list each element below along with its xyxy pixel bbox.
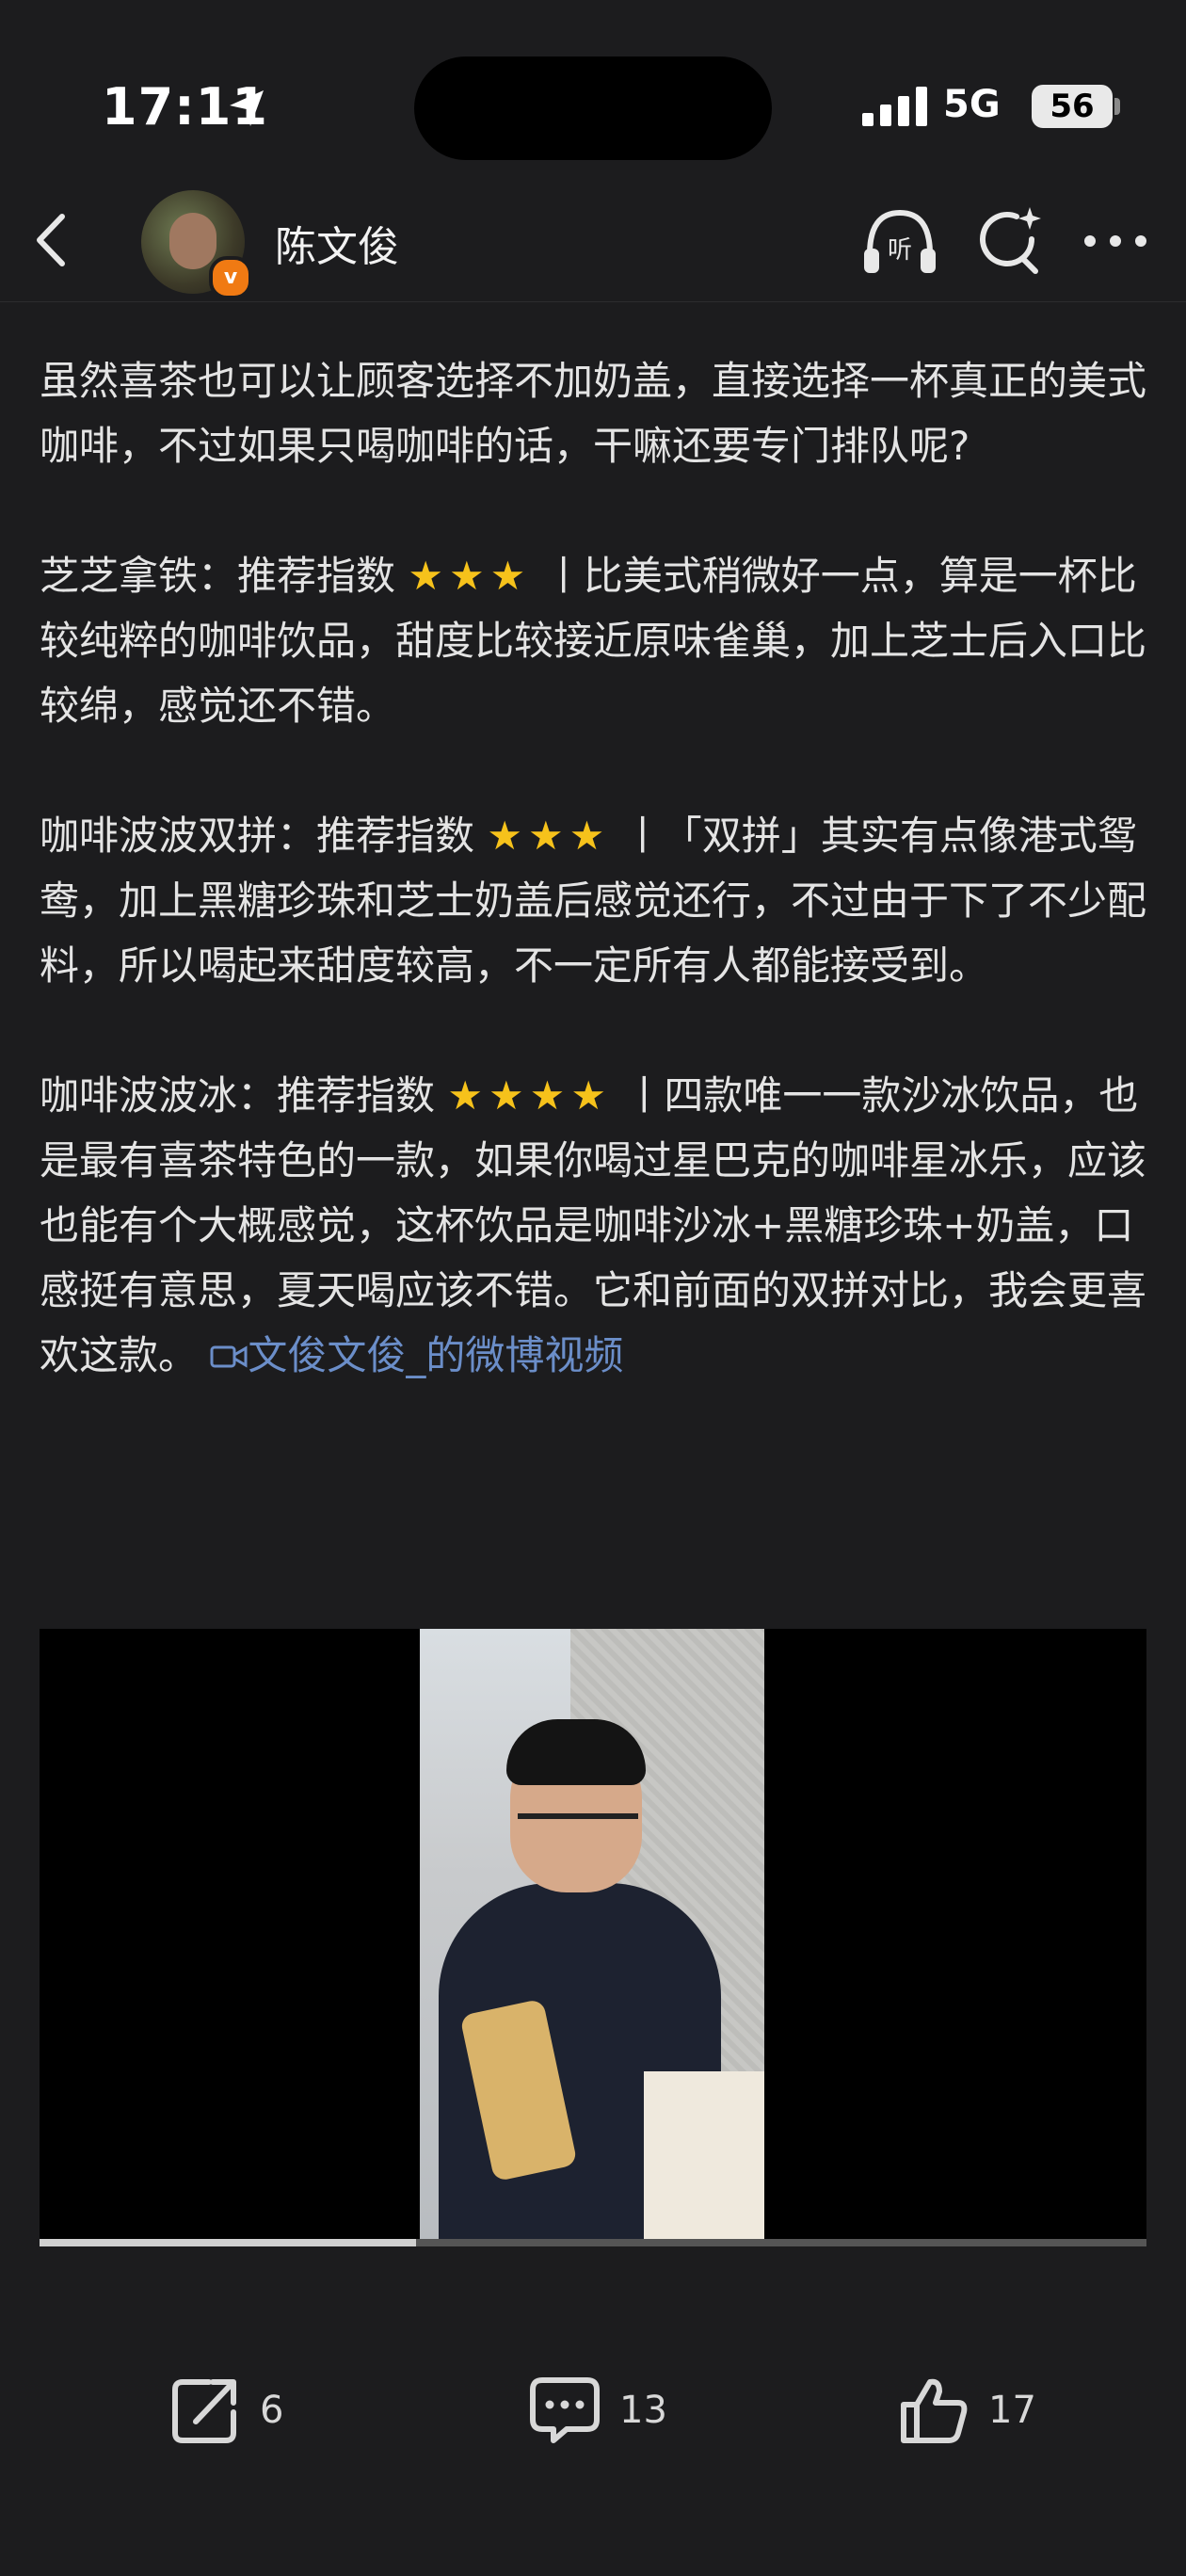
latte-title: 芝芝拿铁：推荐指数 — [40, 553, 396, 599]
signal-icon — [862, 87, 927, 126]
repost-button[interactable]: 6 — [168, 2373, 283, 2448]
video-progress-fill — [40, 2239, 416, 2246]
paragraph-double: 咖啡波波双拼：推荐指数 ★★★ 丨「双拼」其实有点像港式鸳鸯，加上黑糖珍珠和芝士… — [40, 803, 1150, 998]
video-frame — [420, 1629, 764, 2246]
like-button[interactable]: 17 — [896, 2373, 1036, 2448]
post-header: v 陈文俊 听 — [0, 179, 1186, 302]
thumbs-up-icon — [901, 2378, 968, 2443]
paragraph-latte: 芝芝拿铁：推荐指数 ★★★ 丨比美式稍微好一点，算是一杯比较纯粹的咖啡饮品，甜度… — [40, 543, 1150, 738]
svg-text:听: 听 — [888, 236, 912, 265]
video-paper-bag — [644, 2071, 764, 2246]
location-arrow-icon — [230, 90, 264, 126]
battery-tip — [1114, 98, 1120, 115]
video-camera-icon — [210, 1345, 248, 1368]
action-bar: 6 13 17 — [0, 2335, 1186, 2476]
like-count: 17 — [988, 2389, 1036, 2432]
video-link-text[interactable]: 文俊文俊_的微博视频 — [248, 1332, 623, 1378]
rating-stars: ★★★ — [487, 813, 611, 859]
more-dots-icon[interactable] — [1082, 233, 1148, 249]
verified-badge: v — [209, 256, 252, 299]
comment-count: 13 — [619, 2389, 667, 2432]
post-body: 虽然喜茶也可以让顾客选择不加奶盖，直接选择一杯真正的美式咖啡，不过如果只喝咖啡的… — [40, 348, 1150, 1388]
avatar-face — [169, 213, 216, 269]
chevron-left-icon[interactable] — [28, 207, 75, 273]
comment-icon — [530, 2377, 600, 2443]
comment-button[interactable]: 13 — [527, 2373, 667, 2448]
video-link[interactable]: 文俊文俊_的微博视频 — [210, 1332, 623, 1378]
network-type: 5G — [943, 83, 1001, 126]
double-title: 咖啡波波双拼：推荐指数 — [40, 813, 475, 859]
share-sparkle-icon[interactable] — [975, 203, 1043, 275]
video-person-hair — [506, 1719, 646, 1785]
headphones-listen-icon[interactable]: 听 — [860, 205, 939, 277]
video-player[interactable] — [40, 1629, 1146, 2246]
repost-icon — [172, 2379, 236, 2443]
dynamic-island — [414, 56, 772, 160]
rating-stars: ★★★★ — [447, 1072, 612, 1119]
paragraph-ice: 咖啡波波冰：推荐指数 ★★★★ 丨四款唯一一款沙冰饮品，也是最有喜茶特色的一款，… — [40, 1063, 1150, 1388]
battery-indicator: 56 — [1032, 85, 1113, 128]
paragraph-intro: 虽然喜茶也可以让顾客选择不加奶盖，直接选择一杯真正的美式咖啡，不过如果只喝咖啡的… — [40, 358, 1147, 469]
rating-stars: ★★★ — [408, 553, 532, 599]
status-bar: 17:11 5G 56 — [0, 0, 1186, 179]
username[interactable]: 陈文俊 — [275, 213, 399, 273]
repost-count: 6 — [260, 2389, 284, 2432]
ice-title: 咖啡波波冰：推荐指数 — [40, 1072, 436, 1119]
video-progress-bar[interactable] — [40, 2239, 1146, 2246]
video-person-glasses — [518, 1813, 638, 1840]
